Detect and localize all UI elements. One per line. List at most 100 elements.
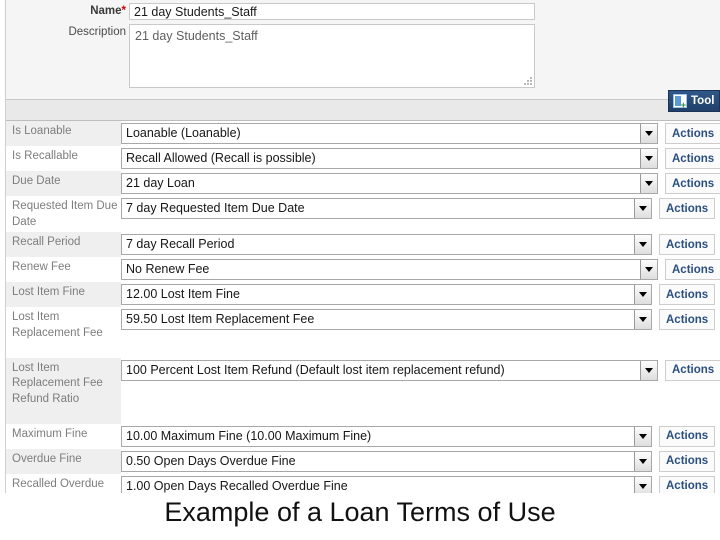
table-row: Requested Item Due Date 7 day Requested I… (6, 196, 720, 232)
actions-button[interactable]: Actions (665, 173, 720, 194)
actions-button[interactable]: Actions (659, 284, 716, 305)
field-select-value: 12.00 Lost Item Fine (126, 287, 240, 301)
chevron-down-icon[interactable] (634, 199, 651, 218)
field-select-value: Loanable (Loanable) (126, 126, 241, 140)
figure-caption: Example of a Loan Terms of Use (164, 497, 556, 527)
table-row: Lost Item Replacement Fee Refund Ratio 10… (6, 357, 720, 424)
field-select-value: No Renew Fee (126, 262, 210, 276)
actions-button[interactable]: Actions (665, 148, 720, 169)
chevron-down-icon[interactable] (640, 260, 657, 279)
description-label: Description (68, 26, 126, 38)
description-row: Description 21 day Students_Staff (6, 24, 535, 88)
name-row: Name* 21 day Students_Staff (6, 3, 535, 20)
table-row: Lost Item Fine 12.00 Lost Item Fine Action… (6, 282, 720, 307)
field-select-value: 59.50 Lost Item Replacement Fee (126, 312, 315, 326)
required-asterisk: * (121, 5, 126, 17)
field-select-value: 7 day Recall Period (126, 237, 235, 251)
field-select[interactable]: 7 day Requested Item Due Date (121, 198, 652, 219)
actions-button[interactable]: Actions (659, 234, 716, 255)
field-cell: 10.00 Maximum Fine (10.00 Maximum Fine) A… (121, 424, 720, 447)
chevron-down-icon[interactable] (640, 149, 657, 168)
table-row: Recalled Overdue Fine1.00 Open Days Reca… (6, 473, 720, 493)
field-select[interactable]: 0.50 Open Days Overdue Fine (121, 450, 652, 472)
field-select[interactable]: Loanable (Loanable) (121, 123, 658, 144)
field-cell: 59.50 Lost Item Replacement Fee Actions (121, 307, 720, 330)
chevron-down-icon[interactable] (634, 476, 651, 493)
field-label: Due Date (6, 171, 121, 196)
field-label: Lost Item Replacement Fee (6, 307, 121, 358)
table-row: Is Recallable Recall Allowed (Recall is p… (6, 146, 720, 171)
field-select[interactable]: 7 day Recall Period (121, 234, 652, 255)
table-row: Renew Fee No Renew Fee Actions (6, 257, 720, 282)
field-label: Renew Fee (6, 257, 121, 282)
chevron-down-icon[interactable] (640, 174, 657, 193)
description-text: 21 day Students_Staff (135, 29, 258, 43)
field-select[interactable]: 1.00 Open Days Recalled Overdue Fine (121, 475, 652, 493)
field-label: Lost Item Replacement Fee Refund Ratio (6, 357, 121, 424)
actions-button[interactable]: Actions (659, 309, 716, 330)
table-row: Recall Period 7 day Recall Period Actions (6, 232, 720, 257)
field-select-value: 7 day Requested Item Due Date (126, 201, 305, 215)
chevron-down-icon[interactable] (634, 285, 651, 304)
field-select[interactable]: 59.50 Lost Item Replacement Fee (121, 309, 652, 330)
field-cell: 0.50 Open Days Overdue Fine Actions (121, 449, 720, 472)
actions-button[interactable]: Actions (659, 425, 716, 447)
section-separator (5, 100, 720, 121)
field-select[interactable]: 21 day Loan (121, 173, 658, 194)
field-cell: 21 day Loan Actions (121, 171, 720, 194)
toolbox-button-label: Tool (691, 95, 715, 107)
field-select-value: 1.00 Open Days Recalled Overdue Fine (126, 478, 348, 493)
chevron-down-icon[interactable] (634, 310, 651, 329)
field-select-value: 10.00 Maximum Fine (10.00 Maximum Fine) (126, 428, 372, 443)
toolbox-icon (673, 94, 687, 110)
chevron-down-icon[interactable] (634, 235, 651, 254)
actions-button[interactable]: Actions (659, 450, 716, 472)
field-select[interactable]: 12.00 Lost Item Fine (121, 284, 652, 305)
field-cell: Recall Allowed (Recall is possible) Actio… (121, 146, 720, 169)
field-select-value: Recall Allowed (Recall is possible) (126, 151, 316, 165)
table-row: Due Date 21 day Loan Actions (6, 171, 720, 196)
field-label: Recall Period (6, 232, 121, 257)
field-select-value: 21 day Loan (126, 176, 195, 190)
field-label: Is Recallable (6, 146, 121, 171)
record-header-panel: Name* 21 day Students_Staff Description … (5, 0, 720, 100)
actions-button[interactable]: Actions (665, 259, 720, 280)
field-select[interactable]: Recall Allowed (Recall is possible) (121, 148, 658, 169)
field-select[interactable]: 100 Percent Lost Item Refund (Default lo… (121, 359, 658, 381)
field-cell: 12.00 Lost Item Fine Actions (121, 282, 720, 305)
name-label-text: Name (90, 5, 122, 17)
field-label: Recalled Overdue Fine (6, 473, 121, 493)
field-cell: No Renew Fee Actions (121, 257, 720, 280)
name-input[interactable]: 21 day Students_Staff (129, 3, 535, 20)
chevron-down-icon[interactable] (634, 451, 651, 471)
field-select-value: 100 Percent Lost Item Refund (Default lo… (126, 362, 505, 377)
field-label: Maximum Fine (6, 423, 121, 449)
field-label: Requested Item Due Date (6, 196, 121, 232)
chevron-down-icon[interactable] (634, 426, 651, 446)
table-row: Overdue Fine 0.50 Open Days Overdue Fine A… (6, 448, 720, 474)
toolbox-button[interactable]: Tool (668, 90, 720, 112)
field-select[interactable]: No Renew Fee (121, 259, 658, 280)
field-cell: 7 day Recall Period Actions (121, 232, 720, 255)
loan-terms-form: Is Loanable Loanable (Loanable) Actions Is … (5, 121, 720, 493)
table-row: Is Loanable Loanable (Loanable) Actions (6, 121, 720, 146)
chevron-down-icon[interactable] (640, 124, 657, 143)
field-cell: Loanable (Loanable) Actions (121, 121, 720, 144)
field-cell: 7 day Requested Item Due Date Actions (121, 196, 720, 219)
name-label: Name* (6, 3, 129, 20)
field-label: Overdue Fine (6, 448, 121, 474)
field-cell: 1.00 Open Days Recalled Overdue Fine Acti… (121, 474, 720, 493)
field-label: Is Loanable (6, 121, 121, 146)
table-row: Maximum Fine 10.00 Maximum Fine (10.00 Ma… (6, 423, 720, 449)
description-textarea[interactable]: 21 day Students_Staff (129, 24, 535, 88)
actions-button[interactable]: Actions (665, 123, 720, 144)
field-cell: 100 Percent Lost Item Refund (Default lo… (121, 358, 720, 381)
resize-handle-icon[interactable] (523, 76, 532, 85)
field-label: Lost Item Fine (6, 282, 121, 307)
actions-button[interactable]: Actions (665, 359, 720, 381)
actions-button[interactable]: Actions (659, 475, 716, 493)
actions-button[interactable]: Actions (659, 198, 716, 219)
field-select[interactable]: 10.00 Maximum Fine (10.00 Maximum Fine) (121, 425, 652, 447)
chevron-down-icon[interactable] (640, 360, 657, 380)
table-row: Lost Item Replacement Fee 59.50 Lost Item… (6, 307, 720, 358)
